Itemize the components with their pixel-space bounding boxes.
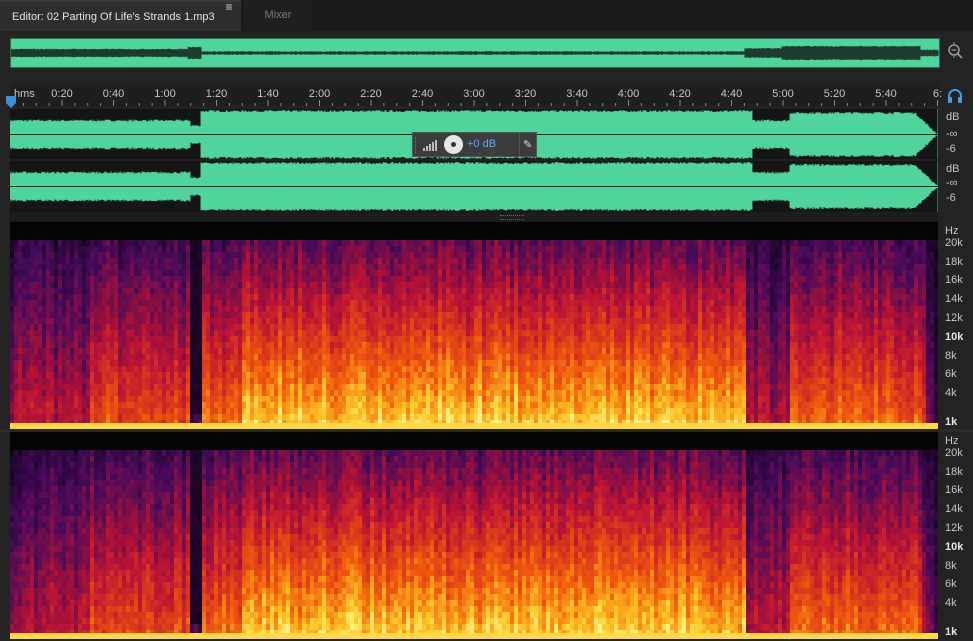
hz-mark: 16k: [945, 274, 963, 286]
hz-scale-left: Hz 20k 18k 16k 14k 12k 10k 8k 6k 4k 1k: [938, 222, 973, 429]
volume-hud: +0 dB ✎: [412, 132, 537, 157]
hz-mark: 20k: [945, 447, 963, 459]
hz-mark: 16k: [945, 484, 963, 496]
hz-mark: 14k: [945, 293, 963, 305]
hz-mark: 12k: [945, 312, 963, 324]
hz-scale-right: Hz 20k 18k 16k 14k 12k 10k 8k 6k 4k 1k: [938, 432, 973, 639]
tab-menu-icon[interactable]: ≡: [222, 0, 236, 14]
hz-unit: Hz: [945, 225, 959, 237]
hz-mark: 12k: [945, 522, 963, 534]
level-meter-icon: [423, 140, 437, 151]
hz-mark: 10k: [945, 541, 964, 553]
hz-mark: 8k: [945, 350, 957, 362]
db-unit: dB: [946, 111, 960, 123]
hz-mark: 14k: [945, 503, 963, 515]
db-mark: -6: [946, 143, 956, 155]
hz-mark: 1k: [945, 416, 958, 428]
hz-mark: 10k: [945, 331, 964, 343]
hud-grip[interactable]: [415, 137, 419, 153]
hud-divider: [519, 133, 520, 156]
hz-mark: 4k: [945, 387, 957, 399]
hz-mark: 6k: [945, 368, 957, 380]
db-mark: -6: [946, 192, 956, 204]
playhead-marker[interactable]: [6, 96, 16, 108]
db-mark: -∞: [946, 177, 958, 189]
hz-mark: 4k: [945, 597, 957, 609]
hz-mark: 6k: [945, 578, 957, 590]
hz-mark: 18k: [945, 466, 963, 478]
spectral-display-left[interactable]: [10, 222, 938, 429]
overview-waveform[interactable]: [10, 38, 940, 68]
db-unit: dB: [946, 163, 960, 175]
hz-unit: Hz: [945, 435, 959, 447]
waveform-right-channel[interactable]: [10, 161, 938, 212]
hz-mark: 18k: [945, 256, 963, 268]
volume-value[interactable]: +0 dB: [467, 138, 496, 150]
hz-mark: 8k: [945, 560, 957, 572]
hz-mark: 1k: [945, 626, 958, 638]
spectral-display-right[interactable]: [10, 432, 938, 639]
db-mark: -∞: [946, 128, 958, 140]
headphone-icon[interactable]: [947, 88, 963, 104]
time-ruler[interactable]: hms 0:20 0:40 1:00 1:20 1:40 2:00 2:20 2:40 3:00…: [10, 84, 942, 106]
tab-bar: Editor: 02 Parting Of Life's Strands 1.m…: [0, 0, 973, 31]
volume-knob[interactable]: [444, 135, 463, 154]
pin-icon[interactable]: ✎: [523, 138, 532, 151]
hz-mark: 20k: [945, 237, 963, 249]
tab-mixer[interactable]: Mixer: [244, 0, 312, 31]
tab-editor-label: Editor: 02 Parting Of Life's Strands 1.m…: [12, 11, 215, 23]
tab-editor[interactable]: Editor: 02 Parting Of Life's Strands 1.m…: [0, 0, 241, 31]
db-scale-left: dB -∞ -6: [938, 109, 973, 160]
panel-resize-handle[interactable]: [10, 212, 938, 222]
db-scale-right: dB -∞ -6: [938, 161, 973, 212]
zoom-magnifier-icon[interactable]: [946, 42, 964, 60]
